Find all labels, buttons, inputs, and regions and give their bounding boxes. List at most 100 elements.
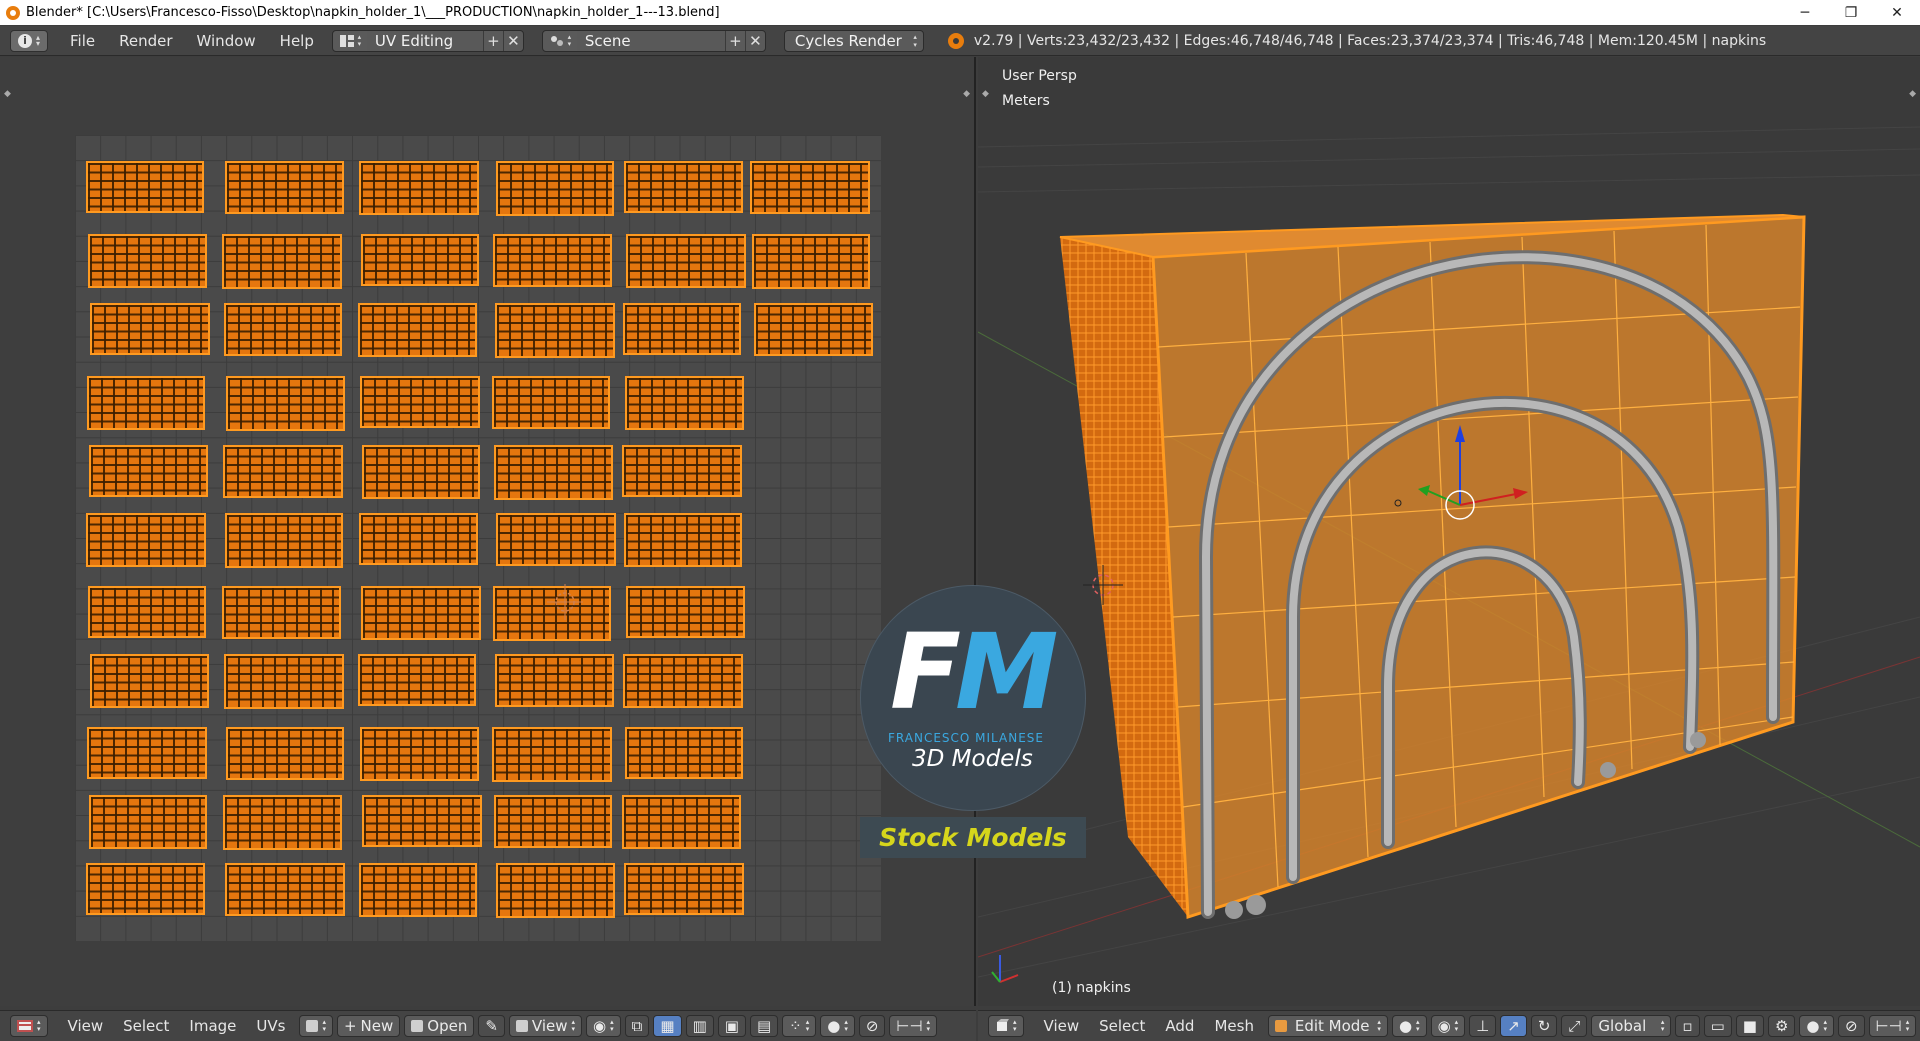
snap-icon[interactable]: ⊘	[858, 1015, 886, 1037]
uv-island[interactable]	[88, 234, 207, 288]
uv-island[interactable]	[752, 234, 870, 289]
uv-island[interactable]	[89, 795, 207, 849]
editor-type-selector[interactable]: i ▴ ▾	[10, 29, 48, 52]
uv-island[interactable]	[224, 303, 342, 356]
minimize-button[interactable]: ─	[1782, 0, 1828, 25]
uv-island[interactable]	[359, 161, 479, 215]
screen-layout-icon[interactable]: ▴ ▾	[333, 31, 367, 51]
screen-layout-name[interactable]: UV Editing	[366, 30, 483, 51]
menu-view[interactable]: View	[58, 1017, 114, 1035]
edge-select-icon[interactable]: ▥	[685, 1015, 714, 1037]
face-select-icon[interactable]: ■	[1735, 1015, 1764, 1037]
uv-island[interactable]	[87, 727, 207, 779]
snap-icon[interactable]: ⊘	[1838, 1015, 1865, 1037]
snap-mode-button[interactable]: ⊢⊣ ▴ ▾	[889, 1015, 938, 1037]
uv-island[interactable]	[226, 376, 345, 431]
screen-layout-field[interactable]: ▴ ▾ UV Editing + ✕	[331, 29, 524, 52]
menu-mesh[interactable]: Mesh	[1204, 1017, 1264, 1035]
uv-island[interactable]	[225, 513, 343, 568]
sticky-mode-button[interactable]: ⁘ ▴ ▾	[782, 1015, 817, 1037]
scale-manipulator-icon[interactable]: ⤢	[1561, 1015, 1588, 1037]
uv-island[interactable]	[360, 727, 479, 781]
uv-island[interactable]	[90, 654, 209, 708]
uv-island[interactable]	[225, 863, 345, 916]
uv-island[interactable]	[222, 234, 342, 289]
uv-island[interactable]	[225, 161, 344, 214]
uv-island[interactable]	[495, 654, 614, 707]
viewport-shading-button[interactable]: ● ▴ ▾	[1391, 1015, 1427, 1037]
rotate-manipulator-icon[interactable]: ↻	[1530, 1015, 1558, 1037]
uv-island[interactable]	[624, 513, 742, 567]
uv-island[interactable]	[625, 376, 744, 430]
uv-island[interactable]	[358, 654, 476, 706]
uv-island[interactable]	[361, 234, 479, 286]
uv-island[interactable]	[496, 161, 614, 216]
uv-island[interactable]	[361, 586, 481, 640]
uv-island[interactable]	[358, 303, 477, 357]
uv-island[interactable]	[494, 445, 613, 500]
remove-screen-button[interactable]: ✕	[502, 30, 523, 51]
close-button[interactable]: ✕	[1874, 0, 1920, 25]
uv-island[interactable]	[362, 445, 480, 499]
add-scene-button[interactable]: +	[724, 30, 745, 51]
uv-island[interactable]	[750, 161, 870, 214]
uv-island[interactable]	[226, 727, 344, 780]
uv-island[interactable]	[86, 863, 205, 915]
uv-island[interactable]	[87, 376, 205, 430]
pivot-button[interactable]: ◉ ▴ ▾	[586, 1015, 621, 1037]
proportional-edit-button[interactable]: ● ▴ ▾	[1799, 1015, 1835, 1037]
menu-image[interactable]: Image	[179, 1017, 246, 1035]
uv-island[interactable]	[623, 303, 741, 355]
uv-island[interactable]	[362, 795, 482, 847]
uv-island[interactable]	[224, 654, 344, 709]
menu-add[interactable]: Add	[1155, 1017, 1204, 1035]
scene-icon[interactable]: ▴ ▾	[543, 31, 577, 51]
sync-selection-icon[interactable]: ⧉	[624, 1015, 650, 1037]
uv-island[interactable]	[496, 513, 616, 566]
scene-field[interactable]: ▴ ▾ Scene + ✕	[541, 29, 766, 52]
proportional-edit-button[interactable]: ● ▴ ▾	[820, 1015, 855, 1037]
menu-view[interactable]: View	[1034, 1017, 1090, 1035]
manipulator-toggle-icon[interactable]: ⊥	[1469, 1015, 1497, 1037]
occlude-geometry-icon[interactable]: ⚙	[1767, 1015, 1796, 1037]
uv-island[interactable]	[359, 863, 477, 917]
menu-file[interactable]: File	[58, 32, 107, 50]
uv-island[interactable]	[624, 863, 744, 915]
uv-island[interactable]	[622, 445, 742, 497]
vertex-select-icon[interactable]: ▦	[653, 1015, 682, 1037]
remove-scene-button[interactable]: ✕	[744, 30, 765, 51]
vertex-select-icon[interactable]: ▫	[1675, 1015, 1700, 1037]
interaction-mode-select[interactable]: Edit Mode ▴ ▾	[1267, 1015, 1388, 1037]
transform-orientation-select[interactable]: Global ▴ ▾	[1591, 1015, 1672, 1037]
panel-toggle-icon[interactable]: ◆	[1909, 89, 1916, 99]
uv-island[interactable]	[90, 303, 210, 355]
pin-icon[interactable]: ✎	[478, 1015, 505, 1037]
uv-island[interactable]	[88, 586, 206, 638]
restore-button[interactable]: ❐	[1828, 0, 1874, 25]
uv-island[interactable]	[223, 445, 343, 498]
menu-window[interactable]: Window	[185, 32, 268, 50]
edge-select-icon[interactable]: ▭	[1703, 1015, 1732, 1037]
new-image-button[interactable]: + New	[336, 1015, 401, 1037]
uv-island[interactable]	[623, 654, 743, 708]
uv-island[interactable]	[626, 586, 745, 638]
panel-toggle-icon[interactable]: ◆	[982, 89, 989, 99]
uv-island[interactable]	[625, 727, 743, 779]
snap-mode-button[interactable]: ⊢⊣ ▴ ▾	[1868, 1015, 1917, 1037]
menu-help[interactable]: Help	[268, 32, 326, 50]
panel-toggle-icon[interactable]: ◆	[963, 89, 970, 99]
translate-manipulator-icon[interactable]: ↗	[1500, 1015, 1527, 1037]
panel-toggle-icon[interactable]: ◆	[4, 89, 11, 99]
uv-island[interactable]	[89, 445, 208, 497]
view-mode-button[interactable]: View ▴ ▾	[508, 1015, 583, 1037]
uv-island[interactable]	[624, 161, 743, 213]
uv-island[interactable]	[494, 795, 612, 848]
island-select-icon[interactable]: ▤	[749, 1015, 779, 1037]
face-select-icon[interactable]: ▣	[717, 1015, 746, 1037]
editor-type-selector[interactable]: ▴ ▾	[988, 1015, 1024, 1037]
image-browse-button[interactable]: ▴ ▾	[299, 1015, 333, 1037]
uv-island[interactable]	[492, 727, 612, 782]
uv-island[interactable]	[86, 161, 204, 213]
uv-island[interactable]	[622, 795, 741, 849]
3d-viewport[interactable]: ◆ ◆ User Persp Meters (1) napkins	[978, 57, 1920, 1006]
